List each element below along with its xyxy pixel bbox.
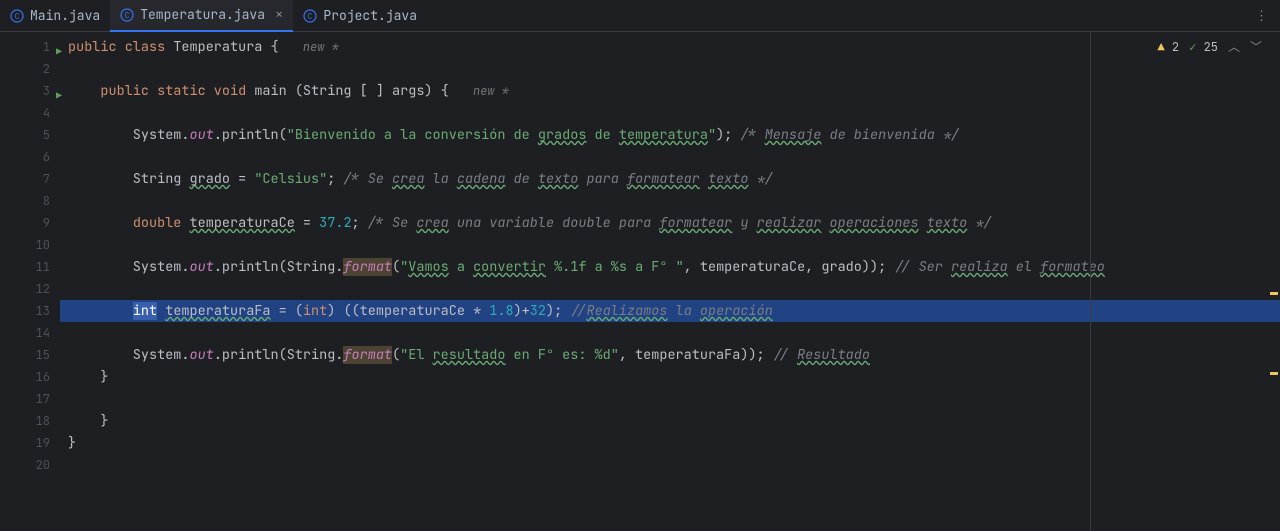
- code-line[interactable]: String grado = "Celsius"; /* Se crea la …: [60, 168, 1280, 190]
- line-number: 7: [0, 168, 60, 190]
- line-number: 5: [0, 124, 60, 146]
- editor-tabs: C Main.java C Temperatura.java × C Proje…: [0, 0, 1280, 32]
- line-gutter: 1▶23▶4567891011121314151617181920: [0, 32, 60, 531]
- code-line[interactable]: [60, 454, 1280, 476]
- code-line[interactable]: }: [60, 410, 1280, 432]
- code-line[interactable]: System.out.println(String.format("El res…: [60, 344, 1280, 366]
- code-line[interactable]: [60, 146, 1280, 168]
- line-number: 11: [0, 256, 60, 278]
- line-number: 13: [0, 300, 60, 322]
- java-class-icon: C: [120, 8, 134, 22]
- tab-label: Temperatura.java: [140, 6, 265, 23]
- chevron-up-icon[interactable]: ︿: [1228, 38, 1240, 55]
- code-line[interactable]: double temperaturaCe = 37.2; /* Se crea …: [60, 212, 1280, 234]
- line-number: 6: [0, 146, 60, 168]
- svg-text:C: C: [308, 12, 313, 22]
- tab-label: Main.java: [30, 7, 100, 24]
- code-line[interactable]: [60, 278, 1280, 300]
- java-class-icon: C: [10, 9, 24, 23]
- warning-mark[interactable]: [1270, 292, 1278, 295]
- right-margin-guide: [1090, 32, 1091, 531]
- code-line[interactable]: public class Temperatura { new *: [60, 36, 1280, 58]
- code-line[interactable]: System.out.println(String.format("Vamos …: [60, 256, 1280, 278]
- chevron-down-icon[interactable]: ﹀: [1250, 38, 1262, 55]
- line-number: 9: [0, 212, 60, 234]
- line-number: 3▶: [0, 80, 60, 102]
- line-number: 20: [0, 454, 60, 476]
- code-line[interactable]: System.out.println("Bienvenido a la conv…: [60, 124, 1280, 146]
- tab-temperatura[interactable]: C Temperatura.java ×: [110, 0, 293, 32]
- line-number: 8: [0, 190, 60, 212]
- line-number: 12: [0, 278, 60, 300]
- error-stripe[interactable]: [1268, 32, 1280, 531]
- code-line[interactable]: }: [60, 366, 1280, 388]
- code-line[interactable]: int temperaturaFa = (int) ((temperaturaC…: [60, 300, 1280, 322]
- warning-mark[interactable]: [1270, 372, 1278, 375]
- code-line[interactable]: [60, 102, 1280, 124]
- code-editor[interactable]: 1▶23▶4567891011121314151617181920 ▲ 2 ✓ …: [0, 32, 1280, 531]
- code-line[interactable]: [60, 190, 1280, 212]
- code-line[interactable]: }: [60, 432, 1280, 454]
- code-line[interactable]: [60, 322, 1280, 344]
- close-icon[interactable]: ×: [275, 6, 283, 24]
- line-number: 18: [0, 410, 60, 432]
- line-number: 1▶: [0, 36, 60, 58]
- code-area[interactable]: ▲ 2 ✓ 25 ︿ ﹀ public class Temperatura { …: [60, 32, 1280, 531]
- tab-main[interactable]: C Main.java: [0, 0, 110, 32]
- code-line[interactable]: [60, 388, 1280, 410]
- tab-label: Project.java: [323, 7, 417, 24]
- inspections-widget[interactable]: ▲ 2 ✓ 25 ︿ ﹀: [1158, 38, 1262, 55]
- line-number: 14: [0, 322, 60, 344]
- line-number: 16: [0, 366, 60, 388]
- ok-indicator[interactable]: ✓ 25: [1189, 39, 1218, 55]
- code-line[interactable]: [60, 234, 1280, 256]
- line-number: 4: [0, 102, 60, 124]
- line-number: 2: [0, 58, 60, 80]
- line-number: 19: [0, 432, 60, 454]
- warning-indicator[interactable]: ▲ 2: [1158, 39, 1180, 55]
- line-number: 10: [0, 234, 60, 256]
- svg-text:C: C: [125, 11, 130, 21]
- code-line[interactable]: public static void main (String [ ] args…: [60, 80, 1280, 102]
- more-tabs-icon[interactable]: ⋮: [1243, 7, 1280, 24]
- line-number: 15: [0, 344, 60, 366]
- tab-project[interactable]: C Project.java: [293, 0, 427, 32]
- line-number: 17: [0, 388, 60, 410]
- java-class-icon: C: [303, 9, 317, 23]
- code-line[interactable]: [60, 58, 1280, 80]
- svg-text:C: C: [15, 12, 20, 22]
